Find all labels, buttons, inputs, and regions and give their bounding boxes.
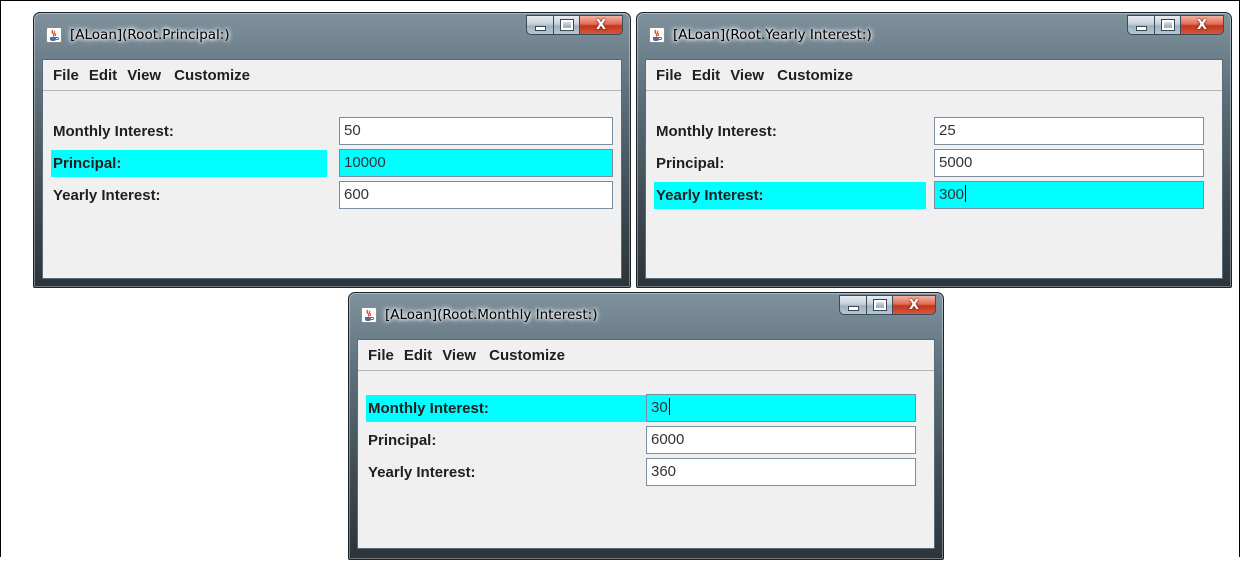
close-button[interactable]: X	[892, 295, 936, 315]
maximize-button[interactable]	[866, 295, 892, 315]
menu-customize[interactable]: Customize	[174, 67, 250, 84]
menu-bar: File Edit View Customize	[43, 60, 621, 91]
menu-customize[interactable]: Customize	[777, 67, 853, 84]
row-principal: Principal: 10000	[51, 149, 613, 179]
maximize-icon	[559, 19, 574, 31]
title-bar[interactable]: [ALoan](Root.Principal:) X	[34, 13, 630, 59]
monthly-interest-label: Monthly Interest:	[53, 123, 174, 140]
yearly-interest-label: Yearly Interest:	[368, 464, 476, 481]
close-icon: X	[908, 297, 920, 313]
menu-edit[interactable]: Edit	[89, 67, 117, 84]
yearly-interest-input[interactable]: 600	[339, 181, 613, 209]
maximize-icon	[1160, 19, 1175, 31]
title-bar[interactable]: [ALoan](Root.Yearly Interest:) X	[637, 13, 1231, 59]
maximize-button[interactable]	[1154, 15, 1180, 35]
principal-input[interactable]: 6000	[646, 426, 916, 454]
menu-view[interactable]: View	[127, 67, 161, 84]
principal-label: Principal:	[51, 150, 327, 177]
row-principal: Principal: 6000	[366, 426, 926, 456]
principal-label: Principal:	[368, 432, 437, 449]
menu-file[interactable]: File	[656, 67, 682, 84]
monthly-interest-input[interactable]: 50	[339, 117, 613, 145]
row-monthly-interest: Monthly Interest: 25	[654, 117, 1214, 147]
menu-bar: File Edit View Customize	[358, 340, 934, 371]
window-title: [ALoan](Root.Monthly Interest:)	[385, 307, 598, 323]
yearly-interest-input[interactable]: 360	[646, 458, 916, 486]
menu-view[interactable]: View	[730, 67, 764, 84]
text-caret	[965, 185, 967, 202]
monthly-interest-label: Monthly Interest:	[366, 395, 646, 422]
loan-window-yearly-interest: [ALoan](Root.Yearly Interest:) X File Ed…	[636, 12, 1232, 288]
loan-window-monthly-interest: [ALoan](Root.Monthly Interest:) X File E…	[348, 292, 944, 560]
minimize-icon	[847, 305, 859, 311]
monthly-interest-input[interactable]: 30	[646, 394, 916, 422]
java-coffee-cup-icon	[649, 27, 665, 43]
close-button[interactable]: X	[1180, 15, 1224, 35]
loan-window-principal: [ALoan](Root.Principal:) X File Edit Vie…	[33, 12, 631, 288]
close-icon: X	[595, 17, 607, 33]
window-content: File Edit View Customize Monthly Interes…	[357, 339, 935, 549]
principal-input[interactable]: 5000	[934, 149, 1204, 177]
monthly-interest-label: Monthly Interest:	[656, 123, 777, 140]
yearly-interest-label: Yearly Interest:	[654, 182, 926, 209]
menu-customize[interactable]: Customize	[489, 347, 565, 364]
java-coffee-cup-icon	[361, 307, 377, 323]
menu-file[interactable]: File	[368, 347, 394, 364]
text-caret	[668, 398, 670, 415]
yearly-interest-input[interactable]: 300	[934, 181, 1204, 209]
yearly-interest-label: Yearly Interest:	[53, 187, 161, 204]
window-content: File Edit View Customize Monthly Interes…	[42, 59, 622, 279]
monthly-interest-input[interactable]: 25	[934, 117, 1204, 145]
window-title: [ALoan](Root.Yearly Interest:)	[673, 27, 872, 43]
menu-edit[interactable]: Edit	[404, 347, 432, 364]
maximize-icon	[872, 299, 887, 311]
minimize-icon	[1135, 25, 1147, 31]
principal-label: Principal:	[656, 155, 725, 172]
maximize-button[interactable]	[553, 15, 579, 35]
title-bar[interactable]: [ALoan](Root.Monthly Interest:) X	[349, 293, 943, 339]
java-coffee-cup-icon	[46, 27, 62, 43]
row-yearly-interest: Yearly Interest: 600	[51, 181, 613, 211]
minimize-button[interactable]	[839, 295, 866, 315]
close-button[interactable]: X	[579, 15, 623, 35]
close-icon: X	[1196, 17, 1208, 33]
minimize-button[interactable]	[1127, 15, 1154, 35]
minimize-icon	[534, 25, 546, 31]
window-content: File Edit View Customize Monthly Interes…	[645, 59, 1223, 279]
window-title: [ALoan](Root.Principal:)	[70, 27, 230, 43]
row-principal: Principal: 5000	[654, 149, 1214, 179]
row-monthly-interest: Monthly Interest: 50	[51, 117, 613, 147]
minimize-button[interactable]	[526, 15, 553, 35]
menu-file[interactable]: File	[53, 67, 79, 84]
principal-input[interactable]: 10000	[339, 149, 613, 177]
row-yearly-interest: Yearly Interest: 300	[654, 181, 1214, 211]
menu-bar: File Edit View Customize	[646, 60, 1222, 91]
menu-view[interactable]: View	[442, 347, 476, 364]
row-monthly-interest: Monthly Interest: 30	[366, 394, 926, 424]
row-yearly-interest: Yearly Interest: 360	[366, 458, 926, 488]
menu-edit[interactable]: Edit	[692, 67, 720, 84]
